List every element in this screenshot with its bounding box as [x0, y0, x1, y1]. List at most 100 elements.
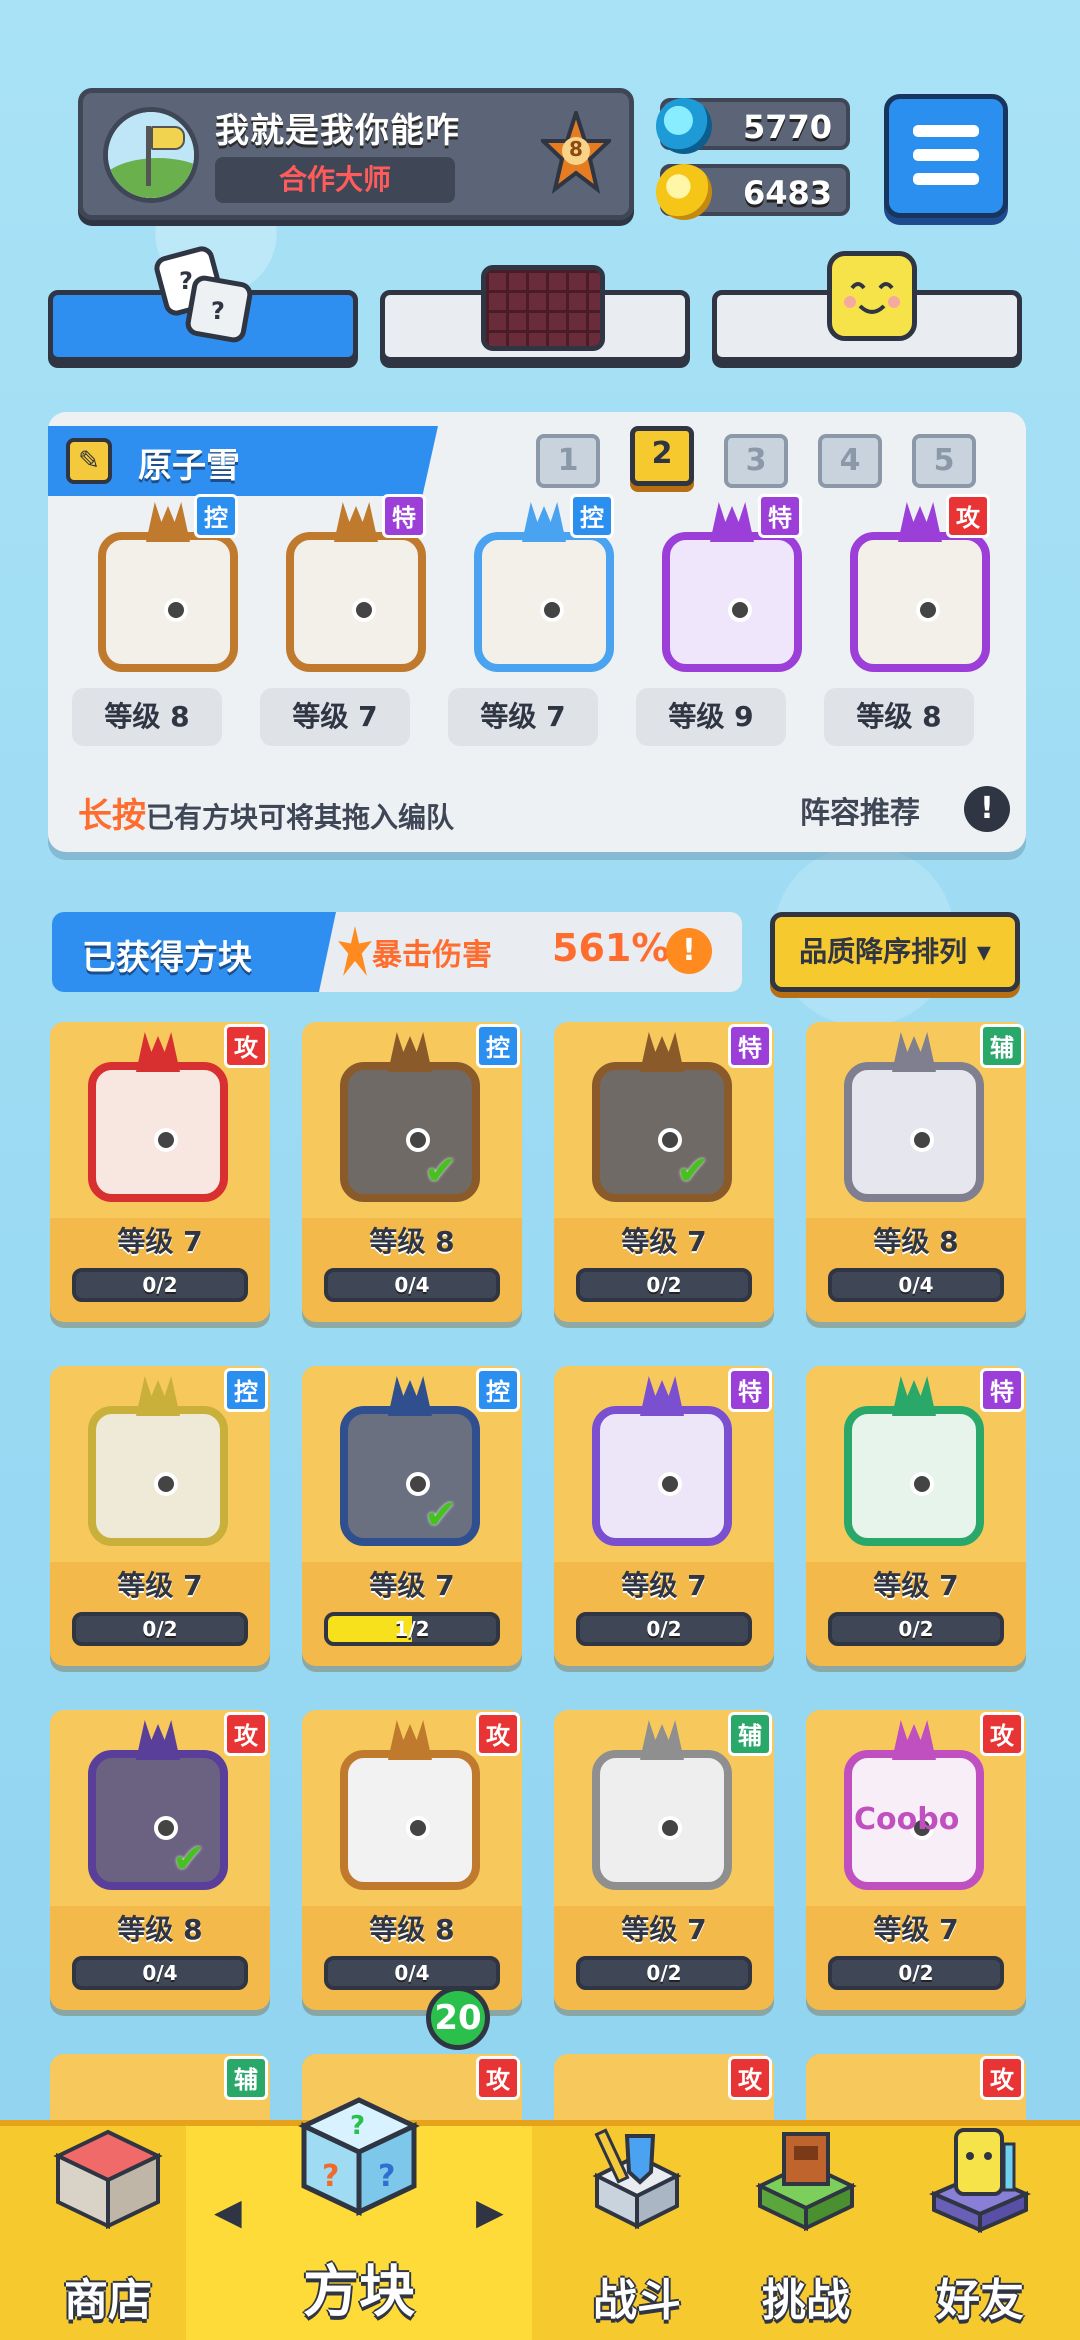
block-core-icon [540, 598, 564, 622]
menu-button[interactable] [884, 94, 1008, 218]
block-level: 等级 8 [369, 1225, 455, 1258]
page-button-2[interactable]: 2 [630, 426, 694, 486]
block-core-icon [916, 598, 940, 622]
owned-header: 已获得方块 暴击伤害 561% ! [52, 912, 742, 992]
owned-block-card[interactable]: 攻等级 7 0/2 [50, 1022, 270, 1322]
block-type-tag: 特 [758, 494, 802, 538]
dragon-crest-icon [710, 502, 754, 542]
block-type-tag: 攻 [476, 1712, 520, 1756]
owned-block-card[interactable]: 辅等级 8 0/4 [806, 1022, 1026, 1322]
owned-block-card[interactable]: 特等级 7 0/2 [554, 1366, 774, 1666]
player-profile-panel[interactable]: 我就是我你能咋 合作大师 8 [78, 88, 634, 220]
nav-shop[interactable]: 商店 [0, 2126, 216, 2340]
owned-block-card[interactable]: 辅等级 7 0/2 [554, 1710, 774, 2010]
crit-info-icon[interactable]: ! [666, 928, 712, 974]
nav-friends[interactable]: 好友 [880, 2126, 1080, 2340]
page-button-4[interactable]: 4 [818, 434, 882, 488]
pencil-icon[interactable]: ✎ [66, 438, 112, 484]
nav-left-arrow[interactable]: ◀ [214, 2192, 242, 2233]
coin-counter[interactable]: 6483 [656, 164, 850, 220]
page-button-1[interactable]: 1 [536, 434, 600, 488]
owned-block-card[interactable]: 特 ✔ 等级 7 0/2 [554, 1022, 774, 1322]
upgrade-progress-text: 0/2 [646, 1961, 682, 1985]
formation-slot[interactable]: 特 [248, 492, 428, 672]
block-type-tag: 特 [728, 1368, 772, 1412]
block-level: 等级 7 [621, 1225, 707, 1258]
upgrade-progress-text: 0/2 [646, 1273, 682, 1297]
upgrade-progress-bar: 0/2 [828, 1612, 1004, 1646]
owned-title: 已获得方块 [82, 938, 252, 978]
nav-right-arrow[interactable]: ▶ [476, 2192, 504, 2233]
sort-dropdown[interactable]: 品质降序排列 ▾ [770, 912, 1020, 992]
player-avatar[interactable] [103, 107, 199, 203]
upgrade-progress-bar: 1/2 [324, 1612, 500, 1646]
block-type-tag: 攻 [476, 2056, 520, 2100]
owned-block-card[interactable]: 控等级 7 0/2 [50, 1366, 270, 1666]
owned-block-card[interactable]: 攻等级 8 0/4 [302, 1710, 522, 2010]
nav-challenge[interactable]: 挑战 [706, 2126, 906, 2340]
svg-text:?: ? [179, 267, 193, 295]
block-core-icon [154, 1472, 178, 1496]
block-level: 等级 7 [117, 1225, 203, 1258]
formation-slot-level: 等级 9 [636, 688, 786, 746]
formation-slot[interactable]: 特 [624, 492, 804, 672]
coin-count: 6483 [742, 174, 832, 212]
page-button-3[interactable]: 3 [724, 434, 788, 488]
upgrade-progress-text: 0/2 [142, 1617, 178, 1641]
upgrade-progress-bar: 0/4 [324, 1956, 500, 1990]
nav-friends-label: 好友 [936, 2275, 1024, 2326]
block-level: 等级 8 [117, 1913, 203, 1946]
upgrade-progress-text: 0/2 [646, 1617, 682, 1641]
coin-icon [656, 164, 712, 220]
crit-value: 561% [552, 926, 670, 970]
nav-blocks[interactable]: ??? 方块 [186, 2097, 532, 2340]
formation-slot[interactable]: 攻 [812, 492, 992, 672]
block-art [844, 1376, 984, 1546]
page-button-5[interactable]: 5 [912, 434, 976, 488]
tab-dice[interactable]: ?? [48, 246, 358, 362]
svg-text:?: ? [378, 2159, 395, 2194]
gem-count: 5770 [742, 108, 832, 146]
nav-shop-label: 商店 [64, 2275, 152, 2326]
block-level: 等级 8 [369, 1913, 455, 1946]
block-level: 等级 7 [117, 1569, 203, 1602]
recommend-info-icon[interactable]: ! [964, 786, 1010, 832]
block-type-tag: 辅 [224, 2056, 268, 2100]
block-core-icon [658, 1472, 682, 1496]
gem-counter[interactable]: 5770 [656, 98, 850, 154]
block-level: 等级 8 [873, 1225, 959, 1258]
upgrade-progress-text: 1/2 [394, 1617, 430, 1641]
block-level: 等级 7 [621, 1913, 707, 1946]
upgrade-progress-text: 0/2 [142, 1273, 178, 1297]
upgrade-progress-text: 0/2 [898, 1961, 934, 1985]
block-art [340, 1032, 480, 1202]
in-formation-check-icon: ✔ [676, 1148, 710, 1194]
block-type-tag: 控 [476, 1024, 520, 1068]
formation-slot[interactable]: 控 [60, 492, 240, 672]
tab-smile-cube[interactable] [712, 251, 1022, 362]
block-art [88, 1720, 228, 1890]
owned-block-card[interactable]: 控 ✔ 等级 8 0/4 [302, 1022, 522, 1322]
block-art [850, 502, 990, 672]
upgrade-progress-bar: 0/2 [576, 1612, 752, 1646]
upgrade-progress-bar: 0/4 [828, 1268, 1004, 1302]
block-type-tag: 特 [728, 1024, 772, 1068]
formation-panel: ✎ 原子雪 1 2 3 4 5 控等级 8 特等级 7 控等级 7 特等级 9 攻等级 … [48, 412, 1026, 852]
new-blocks-badge: 20 [426, 1986, 490, 2050]
upgrade-progress-bar: 0/2 [576, 1268, 752, 1302]
owned-block-card[interactable]: 攻 Coobo 等级 7 0/2 [806, 1710, 1026, 2010]
owned-block-card[interactable]: 控 ✔ 等级 7 1/2 [302, 1366, 522, 1666]
block-art [340, 1376, 480, 1546]
tab-chocolate[interactable] [380, 265, 690, 362]
owned-block-card[interactable]: 特等级 7 0/2 [806, 1366, 1026, 1666]
block-level: 等级 7 [873, 1913, 959, 1946]
owned-block-card[interactable]: 攻 ✔ 等级 8 0/4 [50, 1710, 270, 2010]
block-type-tag: 特 [980, 1368, 1024, 1412]
nav-blocks-label: 方块 [303, 2260, 415, 2325]
block-art [88, 1032, 228, 1202]
recommend-label[interactable]: 阵容推荐 [800, 788, 920, 832]
formation-name: 原子雪 [138, 446, 240, 486]
block-level: 等级 7 [873, 1569, 959, 1602]
formation-slot[interactable]: 控 [436, 492, 616, 672]
svg-text:?: ? [211, 297, 225, 325]
